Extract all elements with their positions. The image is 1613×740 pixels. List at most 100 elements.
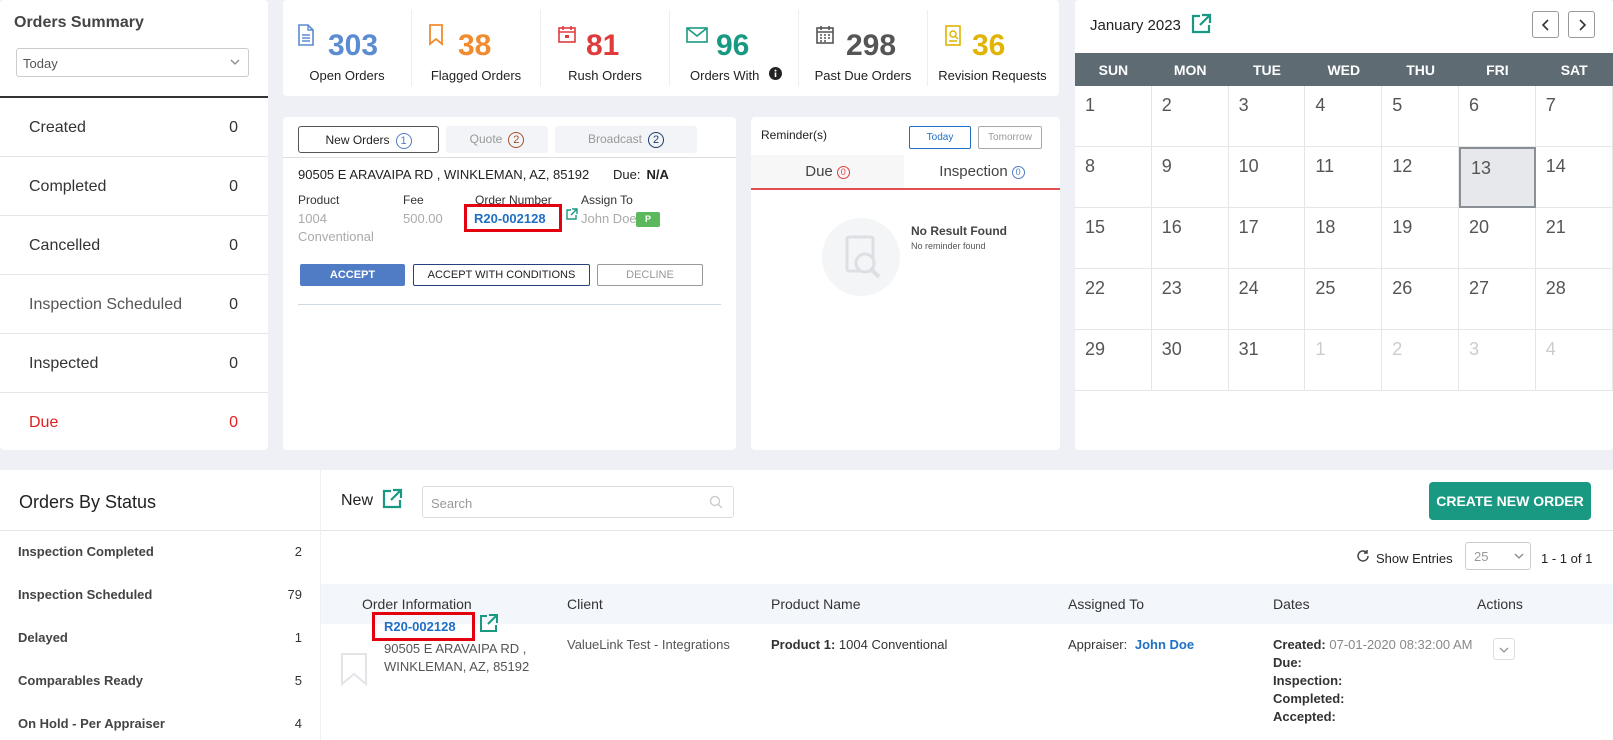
calendar-day[interactable]: 2 xyxy=(1382,330,1459,391)
calendar-prev-button[interactable] xyxy=(1532,11,1559,38)
calendar-day[interactable]: 29 xyxy=(1075,330,1152,391)
summary-row-inspected[interactable]: Inspected 0 xyxy=(0,334,268,393)
calendar-day[interactable]: 26 xyxy=(1382,269,1459,330)
calendar-next-button[interactable] xyxy=(1568,11,1595,38)
calendar-day[interactable]: 11 xyxy=(1305,147,1383,208)
assigned-appraiser-link[interactable]: John Doe xyxy=(1135,637,1194,652)
weekday-label: TUE xyxy=(1252,62,1281,78)
refresh-icon[interactable] xyxy=(1356,549,1370,563)
calendar-day[interactable]: 4 xyxy=(1535,330,1613,391)
tab-reminder-due[interactable]: Due 0 xyxy=(751,155,904,188)
inspection-label: Inspection: xyxy=(1273,673,1343,688)
tab-reminder-inspection[interactable]: Inspection 0 xyxy=(904,155,1060,188)
accept-button[interactable]: ACCEPT xyxy=(300,264,405,286)
due-value: N/A xyxy=(646,167,669,182)
stat-label: Open Orders xyxy=(309,68,385,83)
calendar-day[interactable]: 30 xyxy=(1151,330,1229,391)
summary-row-created[interactable]: Created 0 xyxy=(0,98,268,157)
calendar-day[interactable]: 20 xyxy=(1459,208,1536,269)
calendar-day[interactable]: 10 xyxy=(1228,147,1306,208)
reminder-today-button[interactable]: Today xyxy=(909,126,971,149)
calendar-day[interactable]: 6 xyxy=(1459,86,1536,147)
order-number-link[interactable]: R20-002128 xyxy=(474,211,546,226)
actions-dropdown-button[interactable] xyxy=(1493,638,1515,660)
tab-broadcast[interactable]: Broadcast 2 xyxy=(555,126,697,153)
calendar-day[interactable]: 2 xyxy=(1151,86,1229,147)
summary-row-value: 0 xyxy=(229,296,238,313)
calendar-day[interactable]: 4 xyxy=(1305,86,1383,147)
external-link-icon[interactable] xyxy=(1190,13,1212,35)
calendar-day[interactable]: 9 xyxy=(1151,147,1229,208)
stat-orders-with[interactable]: 96 Orders With xyxy=(670,10,799,86)
calendar-day[interactable]: 23 xyxy=(1151,269,1229,330)
calendar-day[interactable]: 15 xyxy=(1075,208,1152,269)
calendar-day[interactable]: 12 xyxy=(1382,147,1459,208)
status-row-comparables-ready[interactable]: Comparables Ready 5 xyxy=(18,673,302,688)
external-link-icon[interactable] xyxy=(381,488,403,510)
stat-revision-requests[interactable]: 36 Revision Requests xyxy=(928,10,1057,86)
external-link-icon[interactable] xyxy=(565,208,578,221)
calendar-day-today[interactable]: 13 xyxy=(1459,147,1536,208)
status-count: 79 xyxy=(287,587,302,602)
accepted-label: Accepted: xyxy=(1273,709,1336,724)
decline-button[interactable]: DECLINE xyxy=(597,264,703,286)
stat-label: Flagged Orders xyxy=(430,68,522,83)
summary-row-label: Inspected xyxy=(29,355,99,372)
status-row-inspection-completed[interactable]: Inspection Completed 2 xyxy=(18,544,302,559)
calendar-day[interactable]: 19 xyxy=(1382,208,1459,269)
stat-past-due-orders[interactable]: 298 Past Due Orders xyxy=(799,10,928,86)
calendar-day[interactable]: 25 xyxy=(1305,269,1383,330)
calendar-day[interactable]: 8 xyxy=(1075,147,1152,208)
orders-by-status-panel: Orders By Status Inspection Completed 2 I… xyxy=(0,470,320,740)
bookmark-icon[interactable] xyxy=(340,652,368,686)
search-input[interactable]: Search xyxy=(422,486,734,518)
tab-new-orders[interactable]: New Orders 1 xyxy=(298,126,439,153)
assignee-badge: P xyxy=(636,212,660,227)
summary-row-label: Completed xyxy=(29,178,107,195)
stat-flagged-orders[interactable]: 38 Flagged Orders xyxy=(412,10,541,86)
summary-row-due[interactable]: Due 0 xyxy=(0,393,268,452)
calendar-day[interactable]: 3 xyxy=(1228,86,1306,147)
info-icon[interactable] xyxy=(769,67,782,80)
accept-with-conditions-button[interactable]: ACCEPT WITH CONDITIONS xyxy=(413,264,590,286)
calendar-day[interactable]: 7 xyxy=(1535,86,1613,147)
summary-row-completed[interactable]: Completed 0 xyxy=(0,157,268,216)
envelope-icon xyxy=(686,27,708,43)
calendar-day[interactable]: 14 xyxy=(1535,147,1613,208)
calendar-day[interactable]: 24 xyxy=(1228,269,1306,330)
order-number-link[interactable]: R20-002128 xyxy=(384,619,456,634)
calendar-day[interactable]: 17 xyxy=(1228,208,1306,269)
reminder-tomorrow-button[interactable]: Tomorrow xyxy=(978,126,1042,149)
calendar-day[interactable]: 1 xyxy=(1075,86,1152,147)
calendar-day[interactable]: 3 xyxy=(1459,330,1536,391)
calendar-day[interactable]: 5 xyxy=(1382,86,1459,147)
summary-row-cancelled[interactable]: Cancelled 0 xyxy=(0,216,268,275)
summary-row-inspection-scheduled[interactable]: Inspection Scheduled 0 xyxy=(0,275,268,334)
calendar-day[interactable]: 21 xyxy=(1535,208,1613,269)
calendar-day[interactable]: 18 xyxy=(1305,208,1383,269)
calendar-day[interactable]: 27 xyxy=(1459,269,1536,330)
pagination-range: 1 - 1 of 1 xyxy=(1541,551,1593,566)
status-row-delayed[interactable]: Delayed 1 xyxy=(18,630,302,645)
summary-row-label: Inspection Scheduled xyxy=(29,296,182,313)
calendar-day[interactable]: 28 xyxy=(1535,269,1613,330)
calendar-day[interactable]: 31 xyxy=(1228,330,1306,391)
product-value: 1004 Conventional xyxy=(838,637,948,652)
summary-range-select[interactable]: Today xyxy=(16,48,249,77)
column-header: Order Information xyxy=(362,596,472,612)
calendar-day[interactable]: 22 xyxy=(1075,269,1152,330)
external-link-icon[interactable] xyxy=(479,614,498,633)
status-row-inspection-scheduled[interactable]: Inspection Scheduled 79 xyxy=(18,587,302,602)
client-name: ValueLink Test - Integrations xyxy=(567,637,730,652)
stat-label: Orders With xyxy=(690,68,760,83)
no-result-search-icon xyxy=(821,217,901,297)
stat-open-orders[interactable]: 303 Open Orders xyxy=(283,10,412,86)
status-row-on-hold[interactable]: On Hold - Per Appraiser 4 xyxy=(18,716,302,731)
calendar-day[interactable]: 16 xyxy=(1151,208,1229,269)
calendar-day[interactable]: 1 xyxy=(1305,330,1383,391)
tab-quote[interactable]: Quote 2 xyxy=(446,126,548,153)
stat-rush-orders[interactable]: 81 Rush Orders xyxy=(541,10,670,86)
order-due: Due: N/A xyxy=(613,167,669,182)
entries-select[interactable]: 25 xyxy=(1465,542,1531,570)
create-new-order-button[interactable]: CREATE NEW ORDER xyxy=(1429,482,1591,520)
